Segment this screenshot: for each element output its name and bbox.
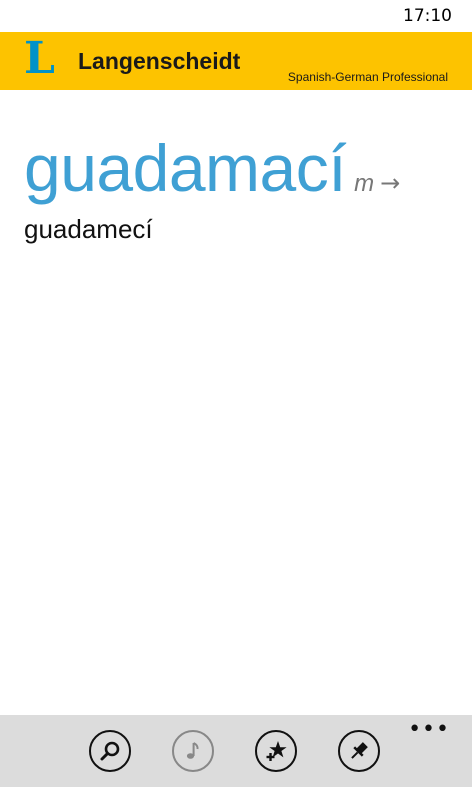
app-header: L Langenscheidt Spanish-German Professio… xyxy=(0,32,472,90)
cross-reference-link[interactable]: guadamecí xyxy=(24,214,153,245)
pronunciation-button[interactable] xyxy=(172,730,214,772)
dictionary-name: Spanish-German Professional xyxy=(287,70,448,84)
cross-reference-arrow-icon: → xyxy=(380,169,401,197)
langenscheidt-logo-icon: L xyxy=(24,33,55,84)
app-bar: ••• xyxy=(0,715,472,787)
music-note-icon xyxy=(186,742,199,759)
add-favorite-button[interactable] xyxy=(255,730,297,772)
pin-icon xyxy=(351,742,368,759)
brand-name: Langenscheidt xyxy=(78,48,241,74)
headword: guadamací xyxy=(24,131,347,205)
search-button[interactable] xyxy=(89,730,131,772)
entry-headword-line: guadamací m → xyxy=(24,130,400,206)
status-time: 17:10 xyxy=(403,6,452,26)
more-menu-button[interactable]: ••• xyxy=(408,719,450,741)
search-icon xyxy=(100,741,120,761)
status-bar: 17:10 xyxy=(0,0,472,32)
pin-button[interactable] xyxy=(338,730,380,772)
gender-label: m xyxy=(354,170,375,197)
add-favorite-icon xyxy=(266,741,287,761)
